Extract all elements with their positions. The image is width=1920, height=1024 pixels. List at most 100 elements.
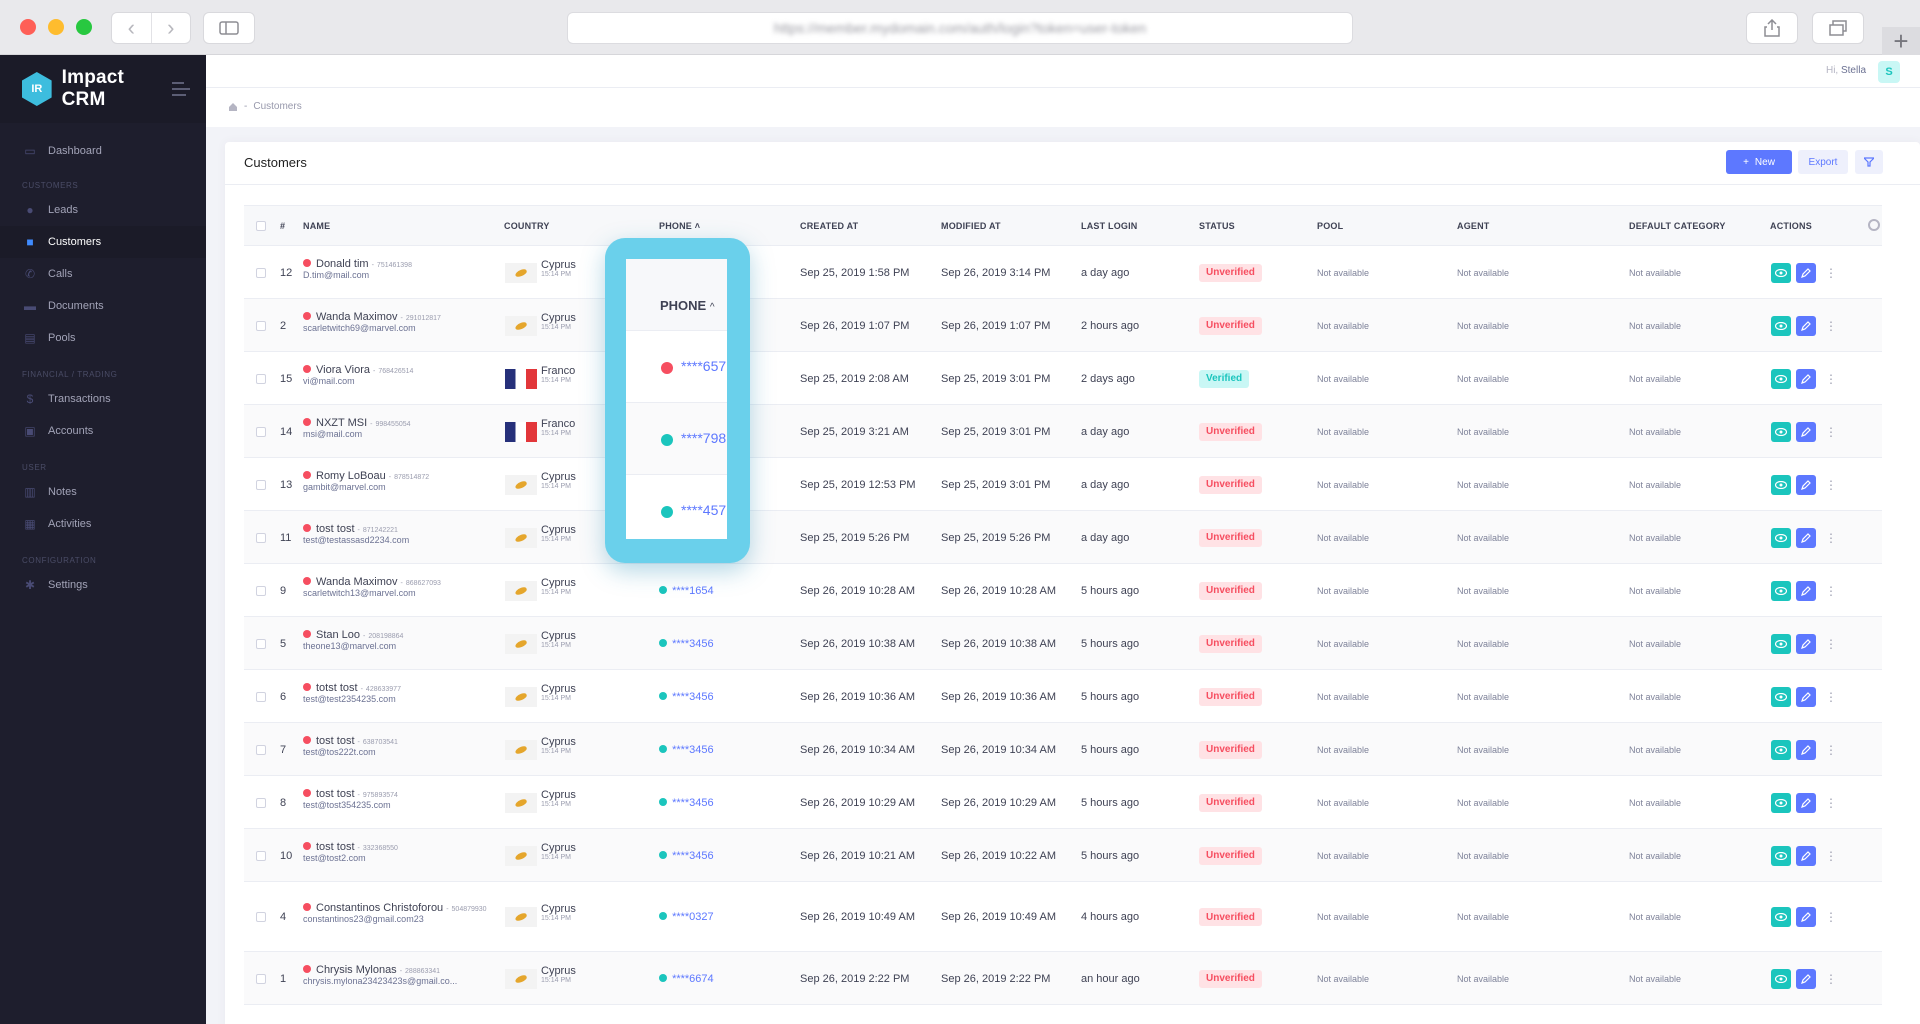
phone-cell[interactable]: ****3456 — [659, 744, 714, 756]
customer-name-cell[interactable]: Chrysis Mylonas - 288863341 chrysis.mylo… — [303, 964, 493, 986]
phone-cell[interactable]: ****0327 — [659, 911, 714, 923]
customer-name-cell[interactable]: Constantinos Christoforou - 504879930 co… — [303, 902, 493, 924]
hamburger-icon[interactable] — [172, 82, 190, 96]
phone-cell[interactable]: ****3456 — [659, 691, 714, 703]
view-button[interactable] — [1771, 421, 1791, 442]
edit-button[interactable] — [1796, 968, 1816, 989]
table-row[interactable]: 12 Donald tim - 751461398 D.tim@mail.com… — [244, 246, 1882, 299]
maximize-window-icon[interactable] — [76, 19, 92, 35]
column-header-country[interactable]: COUNTRY — [504, 221, 550, 231]
edit-button[interactable] — [1796, 845, 1816, 866]
column-header-agent[interactable]: AGENT — [1457, 221, 1490, 231]
row-checkbox[interactable] — [256, 479, 266, 490]
share-button[interactable] — [1746, 12, 1798, 44]
more-vertical-icon[interactable]: ⋮ — [1821, 369, 1841, 389]
row-checkbox[interactable] — [256, 585, 266, 596]
edit-button[interactable] — [1796, 739, 1816, 760]
view-button[interactable] — [1771, 739, 1791, 760]
sidebar-item-notes[interactable]: ▥ Notes — [0, 476, 206, 508]
customer-name-cell[interactable]: NXZT MSI - 998455054 msi@mail.com — [303, 417, 493, 439]
more-vertical-icon[interactable]: ⋮ — [1821, 969, 1841, 989]
row-checkbox[interactable] — [256, 797, 266, 808]
column-header-created[interactable]: CREATED AT — [800, 221, 858, 231]
edit-button[interactable] — [1796, 792, 1816, 813]
view-button[interactable] — [1771, 527, 1791, 548]
more-vertical-icon[interactable]: ⋮ — [1821, 263, 1841, 283]
customer-name-cell[interactable]: Wanda Maximov - 868627093 scarletwitch13… — [303, 576, 493, 598]
column-header-last-login[interactable]: LAST LOGIN — [1081, 221, 1138, 231]
column-header-name[interactable]: NAME — [303, 221, 330, 231]
minimize-window-icon[interactable] — [48, 19, 64, 35]
sidebar-item-dashboard[interactable]: ▭ Dashboard — [0, 135, 206, 167]
view-button[interactable] — [1771, 262, 1791, 283]
breadcrumb-current[interactable]: Customers — [253, 101, 301, 112]
view-button[interactable] — [1771, 368, 1791, 389]
edit-button[interactable] — [1796, 907, 1816, 927]
table-row[interactable]: 4 Constantinos Christoforou - 504879930 … — [244, 882, 1882, 952]
phone-cell[interactable]: ****6674 — [659, 973, 714, 985]
close-window-icon[interactable] — [20, 19, 36, 35]
edit-button[interactable] — [1796, 580, 1816, 601]
row-checkbox[interactable] — [256, 912, 266, 922]
view-button[interactable] — [1771, 968, 1791, 989]
table-row[interactable]: 7 tost tost - 638703541 test@tos222t.com… — [244, 723, 1882, 776]
gear-icon[interactable] — [1868, 219, 1880, 231]
column-header-default-category[interactable]: DEFAULT CATEGORY — [1629, 221, 1726, 231]
table-row[interactable]: 6 totst tost - 428633977 test@test235423… — [244, 670, 1882, 723]
column-header-phone[interactable]: PHONE ˄ — [659, 221, 700, 231]
filter-button[interactable] — [1855, 150, 1883, 174]
edit-button[interactable] — [1796, 686, 1816, 707]
phone-cell[interactable]: ****3456 — [659, 638, 714, 650]
column-header-id[interactable]: # — [280, 221, 285, 231]
edit-button[interactable] — [1796, 527, 1816, 548]
table-row[interactable]: 13 Romy LoBoau - 878514872 gambit@marvel… — [244, 458, 1882, 511]
view-button[interactable] — [1771, 792, 1791, 813]
customer-name-cell[interactable]: Donald tim - 751461398 D.tim@mail.com — [303, 258, 493, 280]
table-row[interactable]: 5 Stan Loo - 208198864 theone13@marvel.c… — [244, 617, 1882, 670]
brand[interactable]: IR Impact CRM — [0, 55, 206, 123]
sidebar-item-customers[interactable]: ■ Customers — [0, 226, 206, 258]
customer-name-cell[interactable]: Stan Loo - 208198864 theone13@marvel.com — [303, 629, 493, 651]
column-header-status[interactable]: STATUS — [1199, 221, 1235, 231]
view-button[interactable] — [1771, 907, 1791, 927]
sidebar-item-activities[interactable]: ▦ Activities — [0, 508, 206, 540]
view-button[interactable] — [1771, 474, 1791, 495]
sidebar-item-accounts[interactable]: ▣ Accounts — [0, 415, 206, 447]
edit-button[interactable] — [1796, 262, 1816, 283]
tabs-button[interactable] — [1812, 12, 1864, 44]
more-vertical-icon[interactable]: ⋮ — [1821, 634, 1841, 654]
table-row[interactable]: 14 NXZT MSI - 998455054 msi@mail.com Fra… — [244, 405, 1882, 458]
table-row[interactable]: 2 Wanda Maximov - 291012817 scarletwitch… — [244, 299, 1882, 352]
view-button[interactable] — [1771, 633, 1791, 654]
customer-name-cell[interactable]: tost tost - 332368550 test@tost2.com — [303, 841, 493, 863]
row-checkbox[interactable] — [256, 267, 266, 278]
edit-button[interactable] — [1796, 633, 1816, 654]
row-checkbox[interactable] — [256, 744, 266, 755]
more-vertical-icon[interactable]: ⋮ — [1821, 687, 1841, 707]
phone-cell[interactable]: ****3456 — [659, 797, 714, 809]
table-row[interactable]: 1 Chrysis Mylonas - 288863341 chrysis.my… — [244, 952, 1882, 1005]
edit-button[interactable] — [1796, 368, 1816, 389]
customer-name-cell[interactable]: Romy LoBoau - 878514872 gambit@marvel.co… — [303, 470, 493, 492]
edit-button[interactable] — [1796, 315, 1816, 336]
sidebar-toggle-button[interactable] — [203, 12, 255, 44]
customer-name-cell[interactable]: tost tost - 975893574 test@tost354235.co… — [303, 788, 493, 810]
view-button[interactable] — [1771, 580, 1791, 601]
sidebar-item-documents[interactable]: ▬ Documents — [0, 290, 206, 322]
table-row[interactable]: 9 Wanda Maximov - 868627093 scarletwitch… — [244, 564, 1882, 617]
avatar[interactable]: S — [1878, 61, 1900, 83]
edit-button[interactable] — [1796, 421, 1816, 442]
row-checkbox[interactable] — [256, 532, 266, 543]
phone-cell[interactable]: ****3456 — [659, 850, 714, 862]
column-header-modified[interactable]: MODIFIED AT — [941, 221, 1001, 231]
export-button[interactable]: Export — [1798, 150, 1848, 174]
view-button[interactable] — [1771, 845, 1791, 866]
more-vertical-icon[interactable]: ⋮ — [1821, 740, 1841, 760]
view-button[interactable] — [1771, 315, 1791, 336]
chevron-right-icon[interactable]: › — [152, 13, 191, 43]
sidebar-item-leads[interactable]: ● Leads — [0, 194, 206, 226]
more-vertical-icon[interactable]: ⋮ — [1821, 475, 1841, 495]
row-checkbox[interactable] — [256, 973, 266, 984]
home-icon[interactable] — [228, 102, 238, 112]
row-checkbox[interactable] — [256, 691, 266, 702]
